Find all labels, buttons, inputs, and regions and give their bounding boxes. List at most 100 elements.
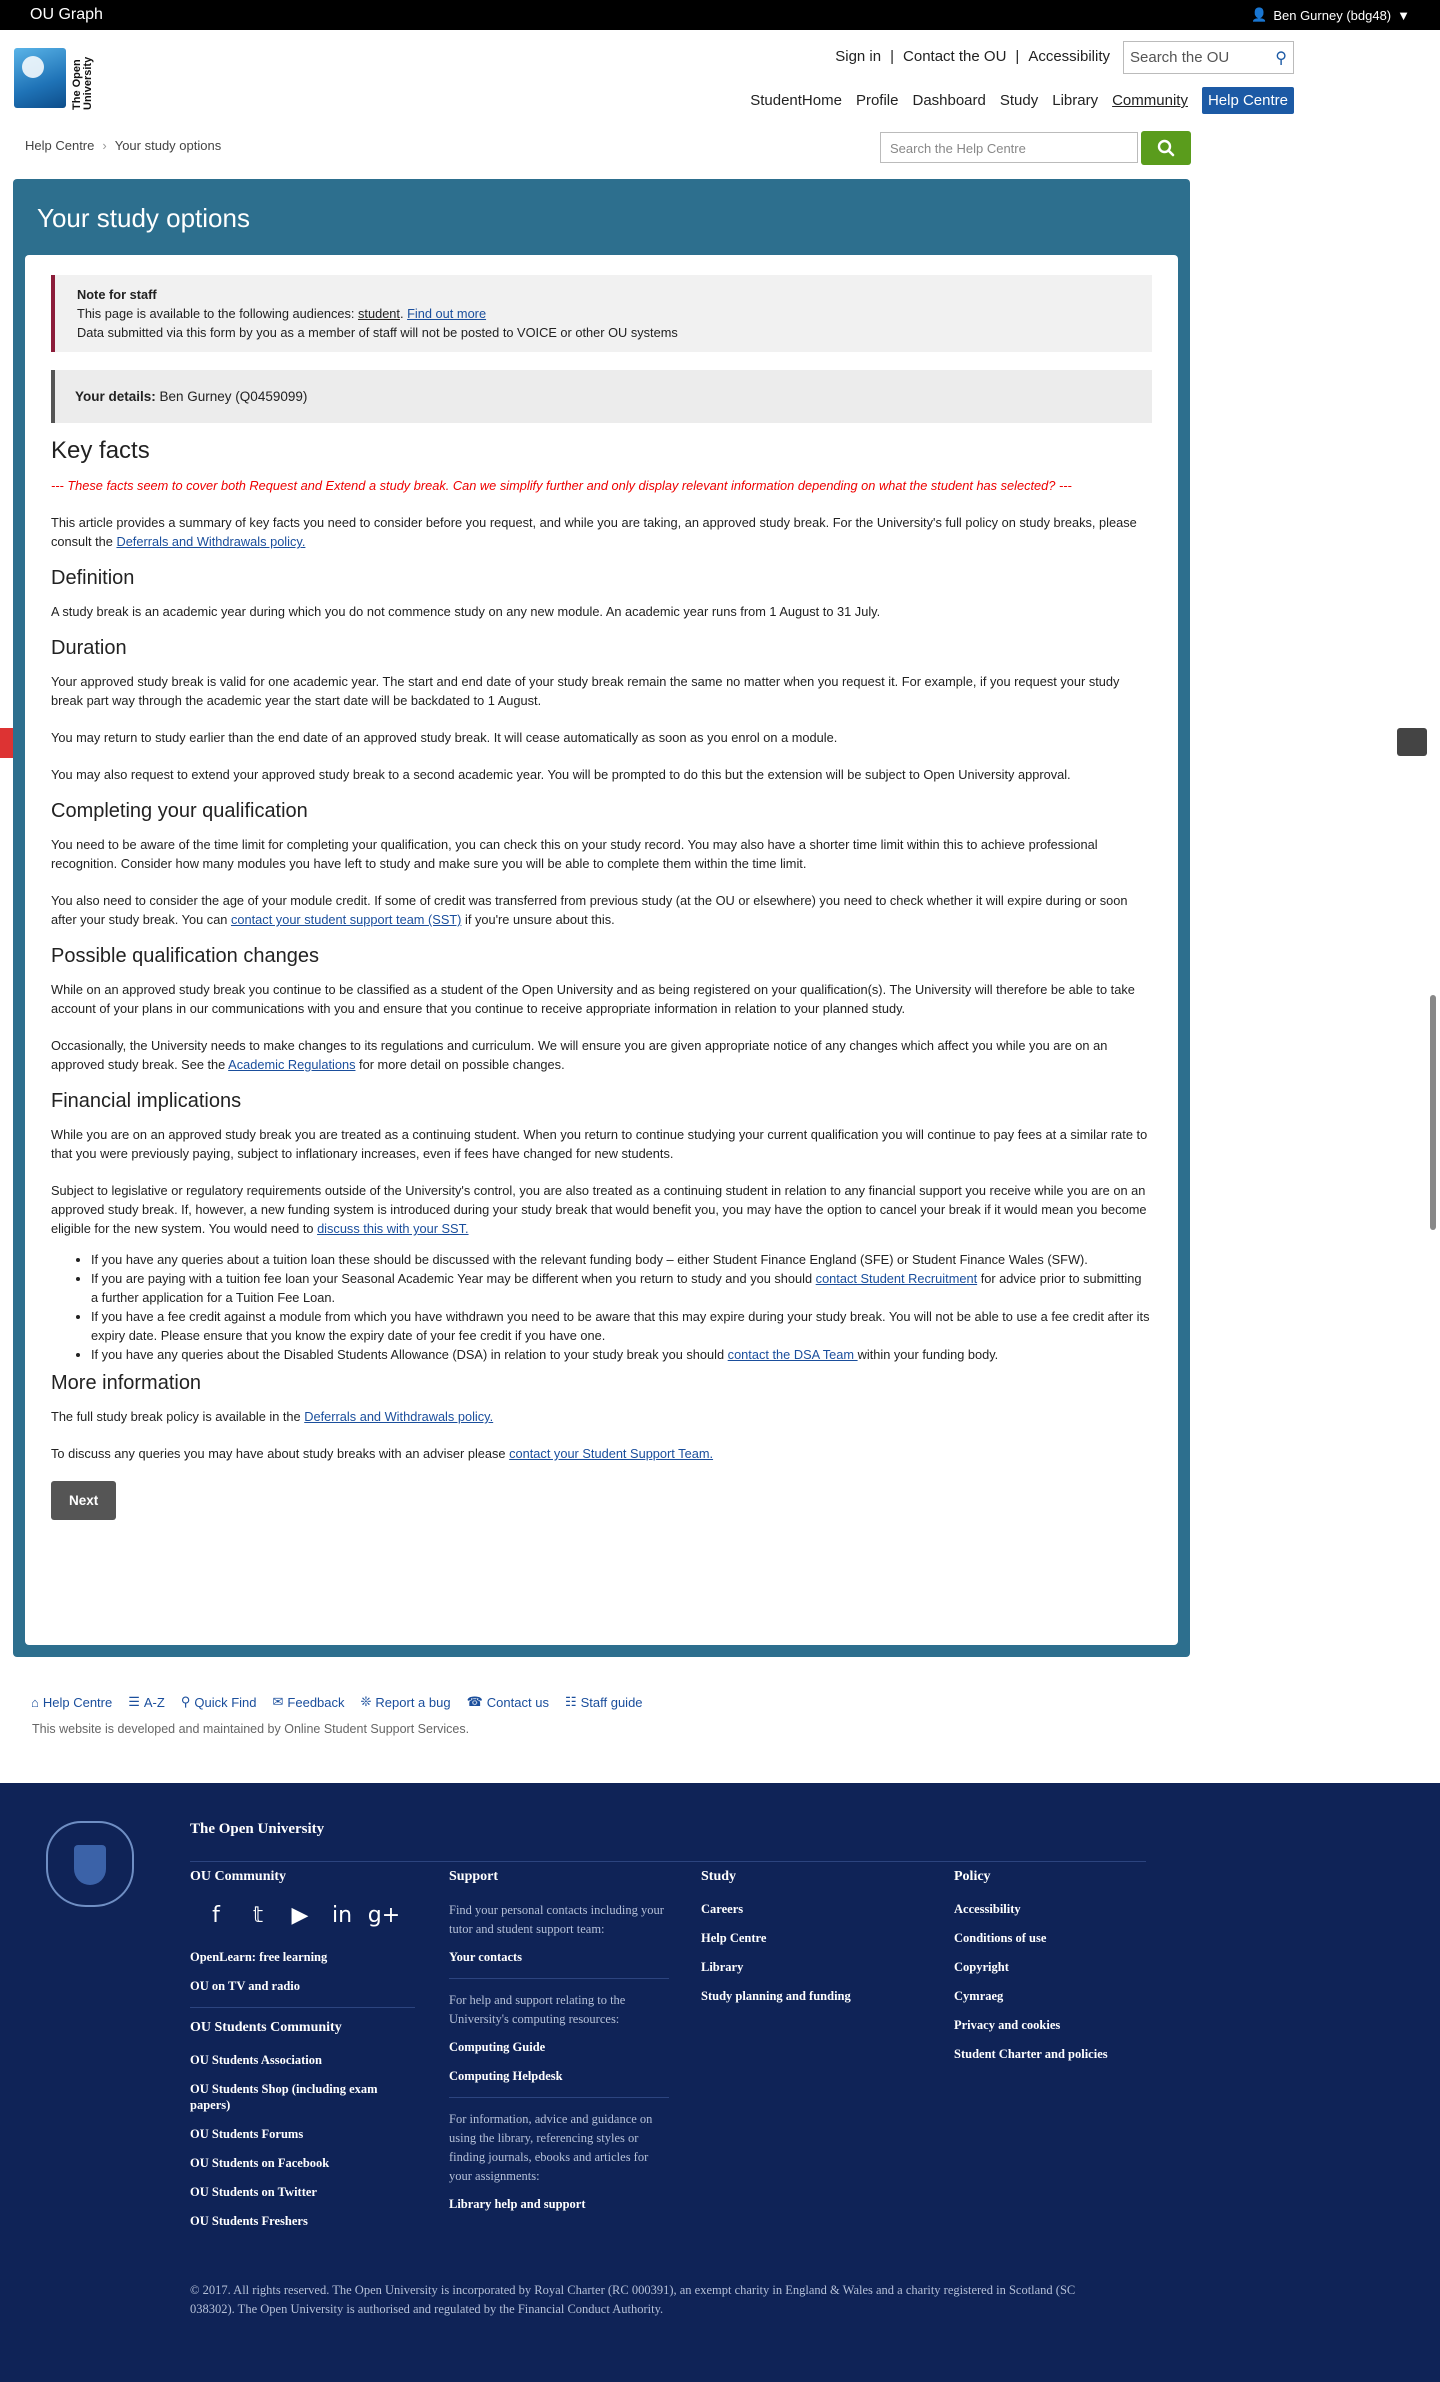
label: Feedback: [287, 1694, 345, 1710]
ou-logo-shield-icon: [14, 48, 66, 108]
text: Subject to legislative or regulatory req…: [51, 1183, 1147, 1236]
list-item: If you have any queries about the Disabl…: [91, 1345, 1152, 1364]
footer-link-contact[interactable]: ☎ Contact us: [467, 1694, 549, 1710]
footer-link[interactable]: Accessibility: [954, 1901, 1154, 1917]
twitter-icon[interactable]: 𝕥: [244, 1901, 272, 1929]
footer-link[interactable]: OU Students Freshers: [190, 2213, 415, 2229]
linkedin-icon[interactable]: in: [328, 1901, 356, 1929]
label: Report a bug: [375, 1694, 451, 1710]
ou-search-input[interactable]: Search the OU ⚲: [1123, 41, 1294, 74]
text: If you have any queries about the Disabl…: [91, 1347, 728, 1362]
nav-studenthome[interactable]: StudentHome: [750, 92, 842, 109]
footer-link[interactable]: OU Students on Twitter: [190, 2184, 415, 2200]
youtube-icon[interactable]: ▶: [286, 1901, 314, 1929]
help-search-button[interactable]: [1141, 131, 1191, 165]
footer-link[interactable]: Computing Guide: [449, 2039, 669, 2055]
support-desc: For information, advice and guidance on …: [449, 2112, 653, 2183]
find-out-more-link[interactable]: Find out more: [407, 306, 486, 321]
sign-in-link[interactable]: Sign in: [835, 48, 881, 65]
more-paragraph-2: To discuss any queries you may have abou…: [51, 1444, 1152, 1463]
footer-link[interactable]: OU Students Association: [190, 2052, 415, 2068]
red-note: --- These facts seem to cover both Reque…: [51, 478, 1072, 493]
nav-dashboard[interactable]: Dashboard: [912, 92, 985, 109]
footer-link[interactable]: OU Students on Facebook: [190, 2155, 415, 2171]
discuss-sst-link[interactable]: discuss this with your SST.: [317, 1221, 468, 1236]
footer-link[interactable]: Copyright: [954, 1959, 1154, 1975]
footer-link[interactable]: Help Centre: [701, 1930, 921, 1946]
footer-link[interactable]: OU on TV and radio: [190, 1978, 415, 1994]
staff-note: Note for staff This page is available to…: [51, 275, 1152, 352]
footer-link-feedback[interactable]: ✉ Feedback: [273, 1694, 345, 1710]
user-icon: 👤: [1251, 7, 1268, 22]
completing-paragraph-1: You need to be aware of the time limit f…: [51, 837, 1098, 871]
footer-link-quick-find[interactable]: ⚲ Quick Find: [181, 1694, 257, 1710]
main-nav: StudentHome Profile Dashboard Study Libr…: [750, 87, 1294, 114]
staff-note-data: Data submitted via this form by you as a…: [77, 325, 678, 340]
accessibility-link[interactable]: Accessibility: [1028, 48, 1110, 65]
breadcrumb: Help Centre › Your study options: [25, 138, 221, 153]
nav-study[interactable]: Study: [1000, 92, 1038, 109]
nav-help-centre[interactable]: Help Centre: [1201, 87, 1294, 114]
duration-paragraph-1: Your approved study break is valid for o…: [51, 674, 1120, 708]
nav-community[interactable]: Community: [1112, 92, 1188, 109]
footer-link[interactable]: Library: [701, 1959, 921, 1975]
footer-link[interactable]: Your contacts: [449, 1949, 669, 1965]
footer-link-a-z[interactable]: ☰ A-Z: [128, 1694, 165, 1710]
separator: |: [890, 48, 895, 65]
students-heading: OU Students Community: [190, 2020, 342, 2035]
footer-link[interactable]: Computing Helpdesk: [449, 2068, 669, 2084]
help-search-input[interactable]: Search the Help Centre: [880, 132, 1138, 163]
details-label: Your details:: [75, 389, 156, 404]
contact-sst-link[interactable]: contact your student support team (SST): [231, 912, 461, 927]
deferrals-policy-link[interactable]: Deferrals and Withdrawals policy.: [116, 534, 305, 549]
deferrals-policy-link[interactable]: Deferrals and Withdrawals policy.: [304, 1409, 493, 1424]
divider: [190, 1861, 1146, 1862]
footer-link[interactable]: OU Students Shop (including exam papers): [190, 2081, 415, 2113]
footer-link-report-bug[interactable]: ❊ Report a bug: [361, 1694, 451, 1710]
footer-link[interactable]: Student Charter and policies: [954, 2046, 1154, 2062]
facebook-icon[interactable]: f: [202, 1901, 230, 1929]
utility-nav: Sign in | Contact the OU | Accessibility: [835, 48, 1110, 65]
footer-link[interactable]: Conditions of use: [954, 1930, 1154, 1946]
contact-link[interactable]: Contact the OU: [903, 48, 1006, 65]
user-menu[interactable]: 👤 Ben Gurney (bdg48) ▼: [1251, 7, 1410, 23]
search-icon[interactable]: ⚲: [1275, 48, 1287, 68]
google-plus-icon[interactable]: g+: [368, 1901, 400, 1929]
next-button[interactable]: Next: [51, 1481, 117, 1520]
footer-link[interactable]: Privacy and cookies: [954, 2017, 1154, 2033]
page-title: Your study options: [37, 203, 250, 233]
grid-icon[interactable]: [1397, 728, 1427, 756]
nav-profile[interactable]: Profile: [856, 92, 899, 109]
scrollbar[interactable]: [1430, 995, 1436, 1230]
divider: [190, 2007, 415, 2008]
footer-link[interactable]: Library help and support: [449, 2196, 669, 2212]
support-desc: For help and support relating to the Uni…: [449, 1993, 626, 2026]
contact-dsa-link[interactable]: contact the DSA Team: [728, 1347, 858, 1362]
text: within your funding body.: [857, 1347, 999, 1362]
footer-link[interactable]: Cymraeg: [954, 1988, 1154, 2004]
footer-link[interactable]: Careers: [701, 1901, 921, 1917]
ou-logo[interactable]: The Open University: [14, 46, 106, 110]
list-icon: ☰: [128, 1694, 140, 1709]
footer-link[interactable]: OpenLearn: free learning: [190, 1949, 415, 1965]
label: Help Centre: [42, 1694, 113, 1710]
footer-link-help-centre[interactable]: ⌂ Help Centre: [31, 1694, 112, 1710]
more-paragraph-1: The full study break policy is available…: [51, 1407, 1152, 1426]
academic-regulations-link[interactable]: Academic Regulations: [228, 1057, 355, 1072]
key-facts-heading: Key facts: [51, 437, 150, 464]
separator: |: [1015, 48, 1020, 65]
nav-library[interactable]: Library: [1052, 92, 1098, 109]
footer-link-staff-guide[interactable]: ☷ Staff guide: [565, 1694, 643, 1710]
footer-link[interactable]: OU Students Forums: [190, 2126, 415, 2142]
completing-heading: Completing your qualification: [51, 800, 308, 822]
duration-heading: Duration: [51, 637, 127, 659]
policy-heading: Policy: [954, 1869, 991, 1884]
search-icon: ⚲: [180, 1694, 191, 1709]
contact-support-team-link[interactable]: contact your Student Support Team.: [509, 1446, 713, 1461]
breadcrumb-help-centre[interactable]: Help Centre: [25, 138, 94, 153]
footer-link[interactable]: Study planning and funding: [701, 1988, 921, 2004]
contact-recruitment-link[interactable]: contact Student Recruitment: [816, 1271, 977, 1286]
text: To discuss any queries you may have abou…: [51, 1446, 510, 1461]
study-options-panel: Your study options Note for staff This p…: [13, 179, 1190, 1657]
financial-list: If you have any queries about a tuition …: [91, 1250, 1152, 1364]
